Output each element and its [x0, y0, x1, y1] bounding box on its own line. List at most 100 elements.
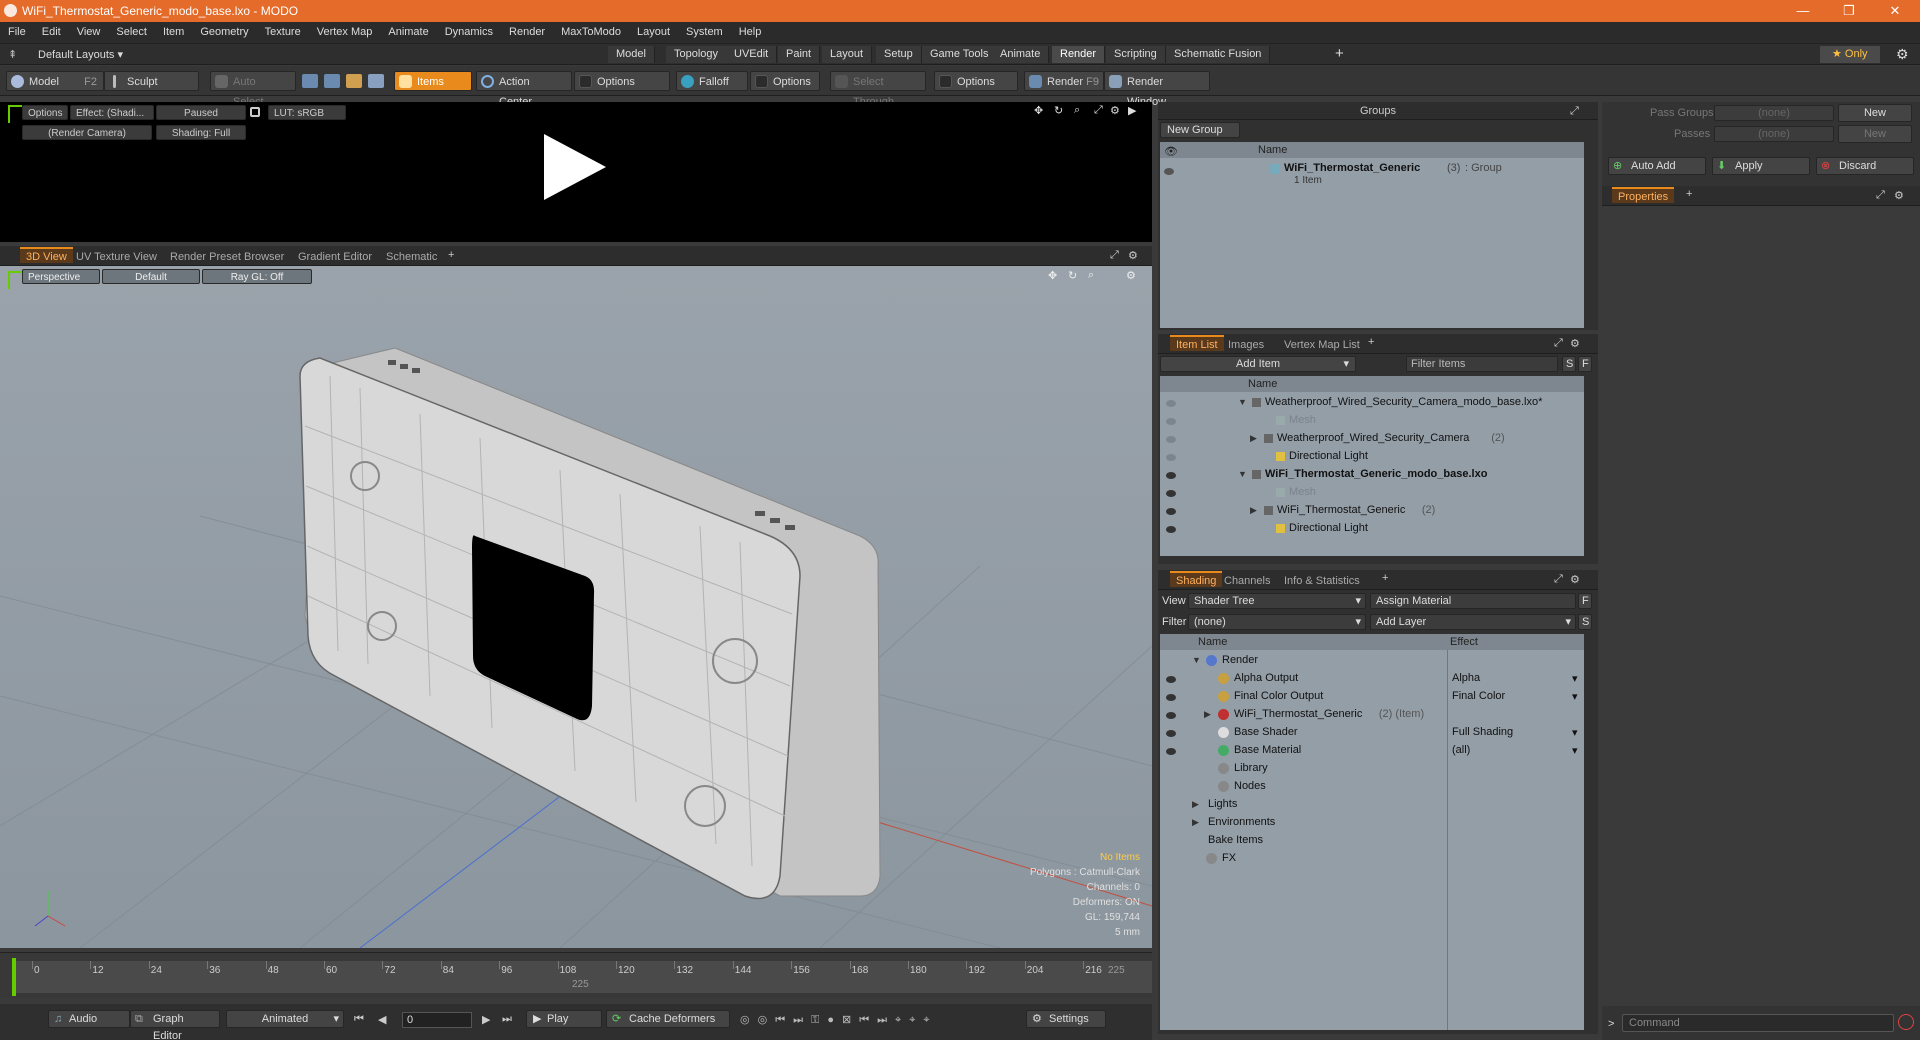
- dropdown-arrow-icon[interactable]: ▾: [1572, 726, 1578, 739]
- layout-tab-animate[interactable]: Animate: [992, 46, 1050, 63]
- expand-right-icon[interactable]: ▶: [1192, 817, 1199, 828]
- layout-tab-model[interactable]: Model: [608, 46, 655, 63]
- thermostat-model[interactable]: [299, 347, 881, 900]
- tab-3d-view[interactable]: 3D View: [20, 247, 73, 263]
- properties-maximize-icon[interactable]: ⤢: [1876, 189, 1885, 202]
- shader-row[interactable]: Nodes: [1160, 778, 1584, 796]
- tab-uv-texture-view[interactable]: UV Texture View: [70, 249, 163, 265]
- preview-move-icon[interactable]: ✥: [1034, 104, 1043, 117]
- menu-help[interactable]: Help: [731, 22, 770, 42]
- shader-row[interactable]: ▶ WiFi_Thermostat_Generic (2) (Item): [1160, 706, 1584, 724]
- tab-gradient-editor[interactable]: Gradient Editor: [292, 249, 378, 265]
- viewport-move-icon[interactable]: ✥: [1048, 269, 1057, 282]
- menu-texture[interactable]: Texture: [257, 22, 309, 42]
- tab-shading[interactable]: Shading: [1170, 571, 1223, 587]
- shader-row[interactable]: ▶ Lights: [1160, 796, 1584, 814]
- tab-schematic[interactable]: Schematic: [380, 249, 443, 265]
- shading-maximize-icon[interactable]: ⤢: [1554, 573, 1563, 586]
- list-item[interactable]: Directional Light: [1160, 448, 1584, 466]
- timeline-track[interactable]: 0 12 24 36 48 60 72 84 96 108 120 132 144 156 168 180 19…: [12, 961, 1152, 993]
- action-center-options-button[interactable]: Options: [574, 71, 670, 91]
- visibility-eye-icon[interactable]: [1166, 490, 1176, 497]
- timeline-playhead[interactable]: [12, 958, 16, 996]
- minimize-button[interactable]: —: [1780, 0, 1826, 22]
- preview-zoom-icon[interactable]: ⌕: [1074, 104, 1080, 117]
- list-item[interactable]: ▶ Weatherproof_Wired_Security_Camera (2): [1160, 430, 1584, 448]
- apply-button[interactable]: ⬇ Apply: [1712, 157, 1810, 175]
- layout-tab-paint[interactable]: Paint: [778, 46, 821, 63]
- list-item[interactable]: Mesh: [1160, 484, 1584, 502]
- visibility-eye-icon[interactable]: [1166, 400, 1176, 407]
- tab-render-preset-browser[interactable]: Render Preset Browser: [164, 249, 290, 265]
- select-through-button[interactable]: Select Through: [830, 71, 926, 108]
- cache-deformers-button[interactable]: ⟳ Cache Deformers: [606, 1010, 730, 1028]
- visibility-eye-icon[interactable]: [1166, 730, 1176, 737]
- falloff-button[interactable]: Falloff: [676, 71, 748, 91]
- layout-tab-schematic-fusion[interactable]: Schematic Fusion: [1166, 46, 1271, 63]
- key-tools-icons[interactable]: ◎◎⏮⏭⚿●⊠⏮⏭⌖⌖⌖: [740, 1013, 938, 1027]
- new-pass-group-button[interactable]: New: [1838, 104, 1912, 122]
- filter-items-input[interactable]: Filter Items: [1406, 356, 1558, 372]
- list-item[interactable]: ▼ Weatherproof_Wired_Security_Camera_modo…: [1160, 394, 1584, 412]
- lock-icon[interactable]: [250, 107, 260, 117]
- menu-maxtomodo[interactable]: MaxToModo: [553, 22, 629, 42]
- play-preview-icon[interactable]: [540, 132, 610, 202]
- command-input[interactable]: Command: [1622, 1014, 1894, 1032]
- audio-button[interactable]: ♫ Audio: [48, 1010, 130, 1028]
- list-item[interactable]: Mesh: [1160, 412, 1584, 430]
- items-mode-button[interactable]: Items: [394, 71, 472, 91]
- dropdown-arrow-icon[interactable]: ▾: [1572, 690, 1578, 703]
- menu-system[interactable]: System: [678, 22, 731, 42]
- menu-select[interactable]: Select: [108, 22, 155, 42]
- list-item[interactable]: ▼ WiFi_Thermostat_Generic_modo_base.lxo: [1160, 466, 1584, 484]
- only-button[interactable]: ★ Only: [1820, 46, 1880, 63]
- visibility-eye-icon[interactable]: [1166, 472, 1176, 479]
- shader-row-effect[interactable]: Alpha: [1452, 672, 1480, 684]
- visibility-eye-icon[interactable]: [1166, 676, 1176, 683]
- menu-view[interactable]: View: [69, 22, 109, 42]
- expand-right-icon[interactable]: ▶: [1250, 505, 1257, 516]
- default-style-dropdown[interactable]: Default: [102, 269, 200, 284]
- restore-button[interactable]: ❐: [1826, 0, 1872, 22]
- timeline[interactable]: 0 12 24 36 48 60 72 84 96 108 120 132 144 156 168 180 19…: [0, 952, 1152, 998]
- preview-settings-icon[interactable]: ⚙: [1110, 104, 1120, 117]
- animated-dropdown[interactable]: Animated ▾: [226, 1010, 344, 1028]
- go-to-end-icon[interactable]: ⏭: [502, 1013, 512, 1026]
- viewport-settings-icon[interactable]: ⚙: [1126, 269, 1136, 282]
- preview-rotate-icon[interactable]: ↻: [1054, 104, 1063, 117]
- polygon-mode-icon[interactable]: [346, 74, 362, 88]
- layout-tab-game-tools[interactable]: Game Tools: [922, 46, 998, 63]
- viewport-rotate-icon[interactable]: ↻: [1068, 269, 1077, 282]
- material-mode-icon[interactable]: [368, 74, 384, 88]
- tab-properties[interactable]: Properties: [1612, 187, 1675, 203]
- expand-down-icon[interactable]: ▼: [1238, 397, 1247, 407]
- go-to-start-icon[interactable]: ⏮: [354, 1013, 364, 1026]
- layout-tab-topology[interactable]: Topology: [666, 46, 728, 63]
- edge-mode-icon[interactable]: [324, 74, 340, 88]
- menu-render[interactable]: Render: [501, 22, 553, 42]
- play-button[interactable]: ▶ Play: [526, 1010, 602, 1028]
- assign-material-button[interactable]: Assign Material: [1370, 593, 1576, 609]
- shader-row[interactable]: FX: [1160, 850, 1584, 868]
- visibility-eye-icon[interactable]: [1166, 454, 1176, 461]
- shader-row[interactable]: Alpha Output Alpha ▾: [1160, 670, 1584, 688]
- layout-tab-layout[interactable]: Layout: [822, 46, 873, 63]
- layouts-menu-icon[interactable]: ⇞: [8, 48, 17, 61]
- add-itemlist-tab-button[interactable]: +: [1368, 336, 1374, 348]
- layout-tab-setup[interactable]: Setup: [876, 46, 922, 63]
- 3d-viewport[interactable]: Perspective Default Ray GL: Off ✥ ↻ ⌕ ⚙ …: [0, 266, 1152, 948]
- shading-s-button[interactable]: S: [1578, 614, 1592, 630]
- menu-file[interactable]: File: [0, 22, 34, 42]
- add-layout-tab-button[interactable]: +: [1335, 45, 1344, 62]
- expand-down-icon[interactable]: ▼: [1238, 469, 1247, 479]
- command-history-icon[interactable]: [1898, 1014, 1914, 1030]
- layout-tab-render[interactable]: Render: [1052, 46, 1106, 63]
- shading-f-button[interactable]: F: [1578, 593, 1592, 609]
- tab-images[interactable]: Images: [1222, 337, 1270, 353]
- falloff-options-button[interactable]: Options: [750, 71, 820, 91]
- preview-options-button[interactable]: Options: [22, 105, 68, 120]
- preview-play-small-icon[interactable]: ▶: [1128, 104, 1136, 117]
- menu-item[interactable]: Item: [155, 22, 192, 42]
- default-layouts-dropdown[interactable]: Default Layouts ▾: [38, 48, 123, 61]
- settings-gear-icon[interactable]: ⚙: [1896, 46, 1909, 63]
